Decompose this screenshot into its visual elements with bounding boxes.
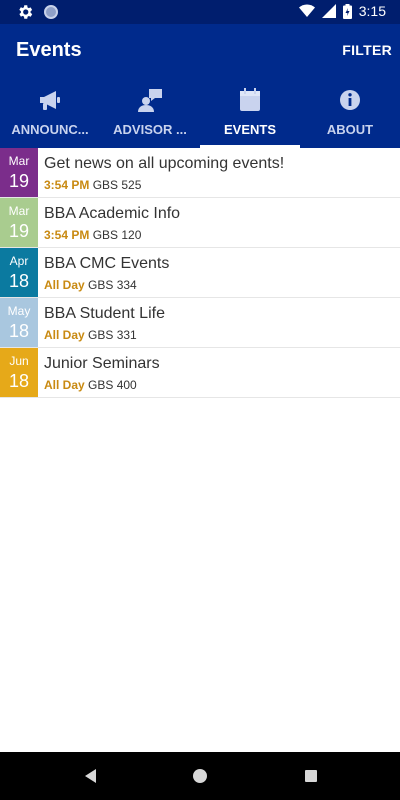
event-day: 19 bbox=[8, 171, 30, 191]
event-title: BBA CMC Events bbox=[44, 255, 170, 272]
event-time: All Day bbox=[44, 278, 85, 292]
tab-events[interactable]: EVENTS bbox=[200, 80, 300, 148]
event-location: GBS 331 bbox=[88, 328, 137, 342]
date-badge: May 18 bbox=[0, 298, 38, 347]
home-icon[interactable] bbox=[193, 769, 207, 783]
wifi-icon bbox=[298, 4, 315, 17]
event-location: GBS 120 bbox=[92, 228, 142, 242]
event-title: BBA Academic Info bbox=[44, 205, 181, 222]
event-location: GBS 400 bbox=[88, 378, 137, 392]
event-location: GBS 525 bbox=[92, 178, 142, 192]
event-meta: All Day GBS 400 bbox=[44, 378, 137, 392]
gear-icon bbox=[19, 5, 33, 19]
tab-announcements[interactable]: ANNOUNC... bbox=[0, 80, 100, 148]
system-nav-bar bbox=[0, 752, 400, 800]
event-day: 19 bbox=[8, 221, 30, 241]
signal-icon bbox=[321, 4, 336, 18]
tab-about[interactable]: ABOUT bbox=[300, 80, 400, 148]
event-month: May bbox=[7, 304, 31, 318]
event-month: Apr bbox=[9, 254, 29, 268]
event-time: 3:54 PM bbox=[44, 178, 90, 192]
event-row[interactable]: Mar 19 Get news on all upcoming events! … bbox=[0, 148, 400, 198]
event-month: Mar bbox=[8, 154, 30, 168]
event-meta: All Day GBS 334 bbox=[44, 278, 137, 292]
filter-button[interactable]: FILTER bbox=[342, 42, 392, 58]
event-title: Junior Seminars bbox=[44, 355, 160, 372]
tab-label: ANNOUNC... bbox=[11, 122, 89, 137]
event-row[interactable]: May 18 BBA Student Life All Day GBS 331 bbox=[0, 298, 400, 348]
circle-icon bbox=[44, 5, 58, 19]
info-icon bbox=[340, 90, 360, 110]
event-meta: 3:54 PM GBS 525 bbox=[44, 178, 141, 192]
date-badge: Mar 19 bbox=[0, 148, 38, 197]
recent-apps-icon[interactable] bbox=[305, 770, 317, 782]
battery-icon bbox=[342, 3, 352, 19]
event-row[interactable]: Mar 19 BBA Academic Info 3:54 PM GBS 120 bbox=[0, 198, 400, 248]
event-title: BBA Student Life bbox=[44, 305, 165, 322]
event-location: GBS 334 bbox=[88, 278, 137, 292]
event-time: All Day bbox=[44, 328, 85, 342]
megaphone-icon bbox=[40, 91, 60, 110]
date-badge: Apr 18 bbox=[0, 248, 38, 297]
calendar-icon bbox=[240, 88, 260, 111]
event-list: Mar 19 Get news on all upcoming events! … bbox=[0, 148, 400, 398]
event-title: Get news on all upcoming events! bbox=[44, 155, 285, 172]
advisor-icon bbox=[138, 89, 162, 112]
event-day: 18 bbox=[8, 321, 30, 341]
event-day: 18 bbox=[8, 271, 30, 291]
tab-bar: ANNOUNC... ADVISOR ... EVENTS ABOUT bbox=[0, 80, 400, 148]
tab-label: ADVISOR ... bbox=[113, 122, 187, 137]
app-bar: Events FILTER bbox=[0, 24, 400, 80]
date-badge: Jun 18 bbox=[0, 348, 38, 397]
tab-label: EVENTS bbox=[223, 122, 276, 137]
tab-label: ABOUT bbox=[326, 122, 374, 137]
status-bar: 3:15 bbox=[0, 0, 400, 24]
event-row[interactable]: Jun 18 Junior Seminars All Day GBS 400 bbox=[0, 348, 400, 398]
event-month: Jun bbox=[9, 354, 29, 368]
status-time: 3:15 bbox=[358, 3, 386, 19]
page-title: Events bbox=[16, 39, 82, 61]
event-time: All Day bbox=[44, 378, 85, 392]
event-meta: All Day GBS 331 bbox=[44, 328, 137, 342]
event-month: Mar bbox=[8, 204, 30, 218]
event-meta: 3:54 PM GBS 120 bbox=[44, 228, 141, 242]
date-badge: Mar 19 bbox=[0, 198, 38, 247]
event-time: 3:54 PM bbox=[44, 228, 90, 242]
back-icon[interactable] bbox=[82, 767, 100, 785]
event-day: 18 bbox=[8, 371, 30, 391]
event-row[interactable]: Apr 18 BBA CMC Events All Day GBS 334 bbox=[0, 248, 400, 298]
tab-advisor[interactable]: ADVISOR ... bbox=[100, 80, 200, 148]
